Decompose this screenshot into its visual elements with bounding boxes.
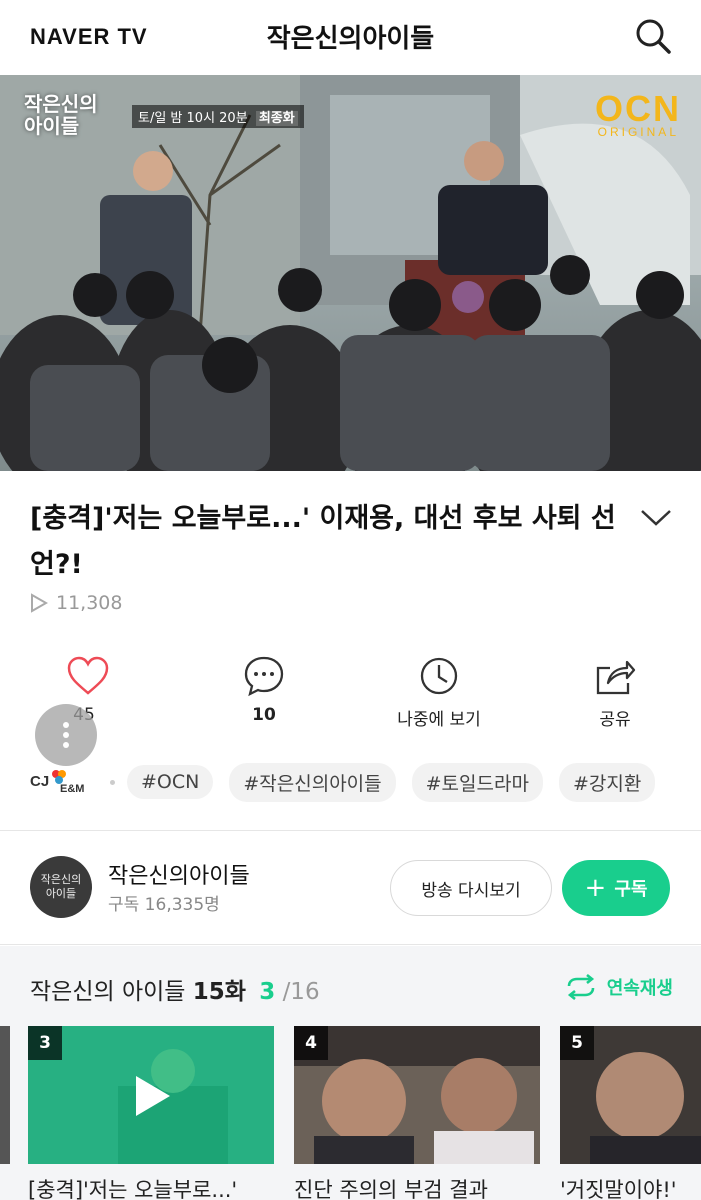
play-outline-icon [31, 593, 48, 613]
replay-broadcast-button[interactable]: 방송 다시보기 [390, 860, 552, 916]
ocn-logo: OCN [595, 88, 681, 129]
playlist-thumbnail[interactable]: 5 [560, 1026, 701, 1164]
broadcast-schedule: 토/일 밤 10시 20분 최종화 [132, 105, 304, 128]
view-count-value: 11,308 [56, 592, 123, 614]
channel-avatar[interactable]: 작은신의 아이들 [30, 856, 92, 918]
autoplay-toggle[interactable]: 연속재생 [563, 974, 673, 1000]
show-logo: 작은신의 아이들 [24, 93, 98, 137]
separator-dot [110, 779, 115, 785]
tags-row: CJ E&M #OCN #작은신의아이들 #토일드라마 #강지환 [30, 762, 701, 802]
plus-icon: + [584, 873, 607, 903]
repeat-icon [567, 974, 595, 1000]
video-player[interactable]: 작은신의 아이들 토/일 밤 10시 20분 최종화 OCN ORIGINAL [0, 75, 701, 471]
subscribe-label: 구독 [614, 879, 648, 900]
tag-chip[interactable]: #작은신의아이들 [229, 762, 396, 802]
playlist-title: 작은신의 아이들 15화 3 /16 [30, 972, 320, 1006]
cj-enm-logo[interactable]: CJ E&M [30, 764, 100, 800]
watch-later-label: 나중에 보기 [397, 710, 481, 730]
search-button[interactable] [633, 16, 673, 56]
play-icon [136, 1076, 170, 1116]
expand-description-button[interactable] [639, 500, 673, 534]
show-logo-line1: 작은신의 [24, 92, 98, 116]
channel-name[interactable]: 작은신의아이들 [108, 858, 250, 890]
tag-chip[interactable]: #토일드라마 [411, 762, 543, 802]
section-divider [0, 944, 701, 945]
playlist-episode: 15화 [192, 979, 246, 1005]
channel-section: 작은신의 아이들 작은신의아이들 구독 16,335명 방송 다시보기 + 구독 [0, 832, 701, 944]
more-dot-icon [63, 732, 69, 738]
autoplay-label: 연속재생 [606, 978, 673, 999]
section-divider [0, 830, 701, 831]
subscribe-button[interactable]: + 구독 [562, 860, 670, 916]
more-dot-icon [63, 742, 69, 748]
thumbnail-caption[interactable]: 진단 주의의 부검 결과 [294, 1174, 540, 1200]
thumbnail-caption[interactable]: [충격]'저는 오늘부로...' [28, 1174, 274, 1200]
schedule-highlight: 최종화 [255, 111, 298, 126]
chevron-down-icon [641, 510, 671, 526]
share-label: 공유 [599, 710, 631, 730]
playlist-section: 작은신의 아이들 15화 3 /16 연속재생 3 [충격]'저는 오늘부로..… [0, 946, 701, 1200]
tag-chip[interactable]: #강지환 [558, 762, 656, 802]
top-header: NAVER TV 작은신의아이들 [0, 0, 701, 75]
episode-number: 3 [28, 1026, 62, 1060]
avatar-text-1: 작은신의 [40, 873, 82, 886]
playlist-name: 작은신의 아이들 [30, 979, 186, 1005]
schedule-text: 토/일 밤 10시 20분 [138, 111, 248, 126]
view-count: 11,308 [30, 592, 122, 614]
playlist-total: /16 [282, 979, 320, 1005]
svg-text:E&M: E&M [60, 783, 84, 795]
more-options-button[interactable] [35, 704, 97, 766]
thumbnail-image [294, 1026, 540, 1164]
playlist-thumbnail[interactable]: 3 [28, 1026, 274, 1164]
page-title: 작은신의아이들 [266, 24, 435, 54]
playlist-thumbnail[interactable] [0, 1026, 10, 1164]
avatar-text-2: 아이들 [45, 887, 77, 900]
watch-later-button[interactable]: 나중에 보기 [369, 655, 509, 730]
thumbnail-caption[interactable]: '거짓말이야!' [560, 1174, 701, 1200]
comment-button[interactable]: 10 [194, 655, 334, 725]
search-icon [636, 19, 671, 54]
comment-icon [244, 656, 284, 697]
svg-text:CJ: CJ [30, 773, 49, 790]
video-frame [0, 75, 701, 471]
share-icon [596, 660, 636, 695]
more-dot-icon [63, 722, 69, 728]
ocn-original-label: ORIGINAL [597, 125, 679, 139]
share-button[interactable]: 공유 [545, 655, 685, 730]
tag-chip[interactable]: #OCN [127, 765, 214, 799]
subscriber-count: 구독 16,335명 [108, 895, 220, 915]
playlist-current: 3 [259, 979, 276, 1005]
comment-count: 10 [252, 705, 276, 725]
cj-enm-logo-mark: CJ E&M [30, 770, 84, 795]
heart-icon [67, 656, 109, 695]
episode-number: 5 [560, 1026, 594, 1060]
action-bar: 45 10 나중에 보기 공유 [0, 655, 701, 735]
playlist-thumbnail[interactable]: 4 [294, 1026, 540, 1164]
clock-icon [420, 657, 458, 695]
video-title: [충격]'저는 오늘부로...' 이재용, 대선 후보 사퇴 선언?! [30, 503, 616, 580]
show-logo-line2: 아이들 [24, 114, 80, 138]
episode-number: 4 [294, 1026, 328, 1060]
